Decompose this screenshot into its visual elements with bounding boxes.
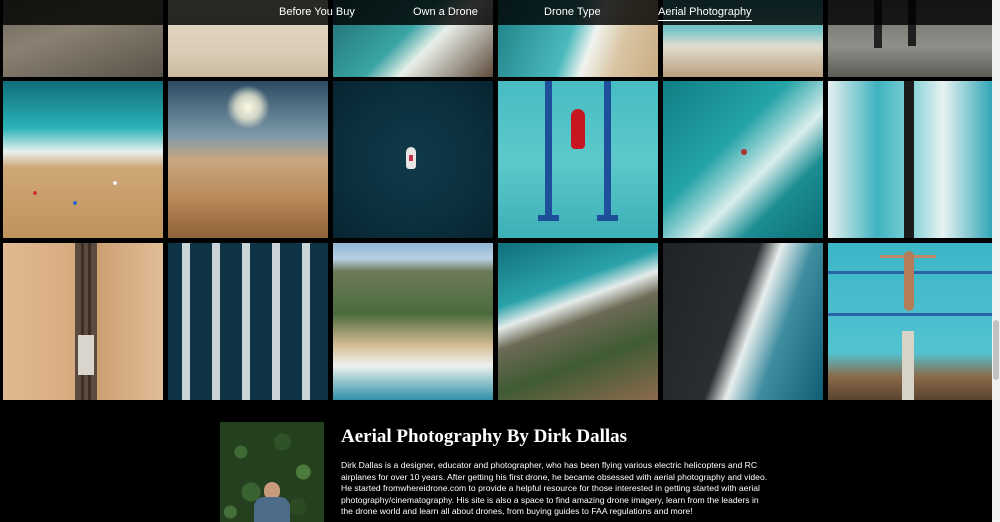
tile-mid-4[interactable] bbox=[498, 81, 658, 238]
tile-bot-4[interactable] bbox=[498, 243, 658, 400]
bio-title: Aerial Photography By Dirk Dallas bbox=[341, 426, 628, 447]
nav-before-you-buy[interactable]: Before You Buy bbox=[279, 5, 355, 19]
author-photo bbox=[220, 422, 324, 522]
bio-text: Dirk Dallas is a designer, educator and … bbox=[341, 460, 768, 517]
tile-bot-5[interactable] bbox=[663, 243, 823, 400]
tile-mid-5[interactable] bbox=[663, 81, 823, 238]
tile-bot-6[interactable] bbox=[828, 243, 992, 400]
tile-mid-6[interactable] bbox=[828, 81, 992, 238]
tile-bot-2[interactable] bbox=[168, 243, 328, 400]
page-scrollbar[interactable] bbox=[992, 0, 1000, 522]
tile-mid-2[interactable] bbox=[168, 81, 328, 238]
top-nav: Before You Buy Own a Drone Drone Type Ae… bbox=[0, 0, 992, 25]
nav-own-a-drone[interactable]: Own a Drone bbox=[413, 5, 478, 19]
scrollbar-thumb[interactable] bbox=[993, 320, 999, 380]
photo-gallery bbox=[0, 0, 992, 402]
nav-aerial-photography[interactable]: Aerial Photography bbox=[658, 5, 752, 21]
tile-mid-3[interactable] bbox=[333, 81, 493, 238]
nav-drone-type[interactable]: Drone Type bbox=[544, 5, 601, 19]
tile-bot-1[interactable] bbox=[3, 243, 163, 400]
tile-bot-3[interactable] bbox=[333, 243, 493, 400]
tile-mid-1[interactable] bbox=[3, 81, 163, 238]
